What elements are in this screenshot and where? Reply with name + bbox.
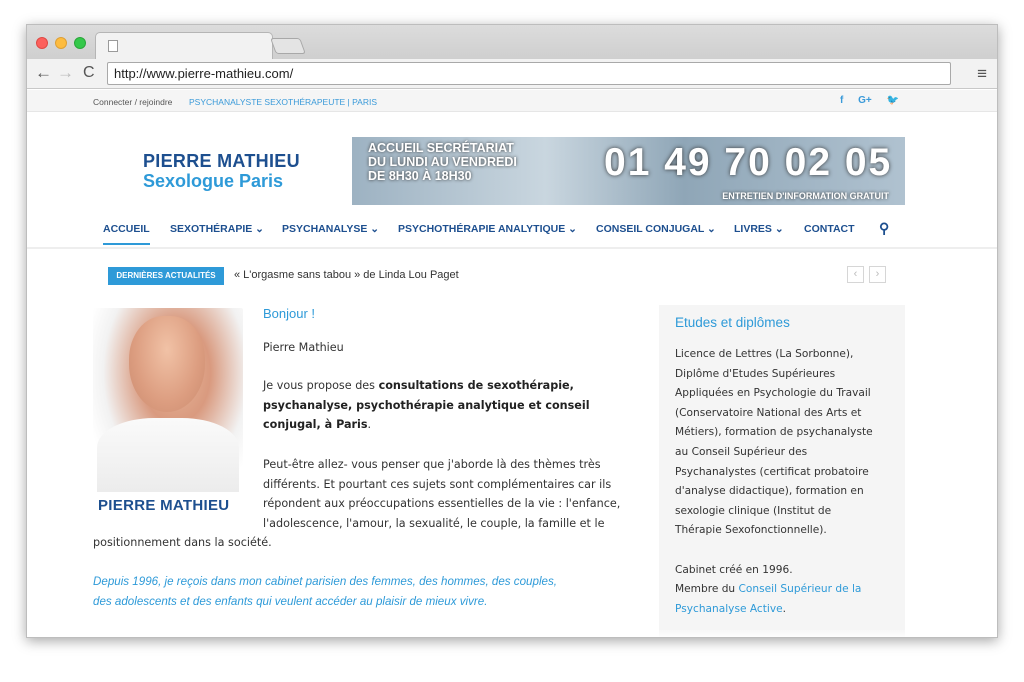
author-name: Pierre Mathieu (263, 341, 344, 354)
page-icon (108, 40, 118, 52)
membership-link[interactable]: Conseil Supérieur de la (739, 583, 862, 595)
forward-arrow-icon[interactable]: → (57, 64, 74, 82)
nav-psychanalyse[interactable]: PSYCHANALYSE ⌄ (282, 223, 379, 235)
intro-paragraph: Je vous propose des consultations de sex… (263, 379, 590, 431)
contact-banner[interactable]: ACCUEIL SECRÉTARIAT DU LUNDI AU VENDREDI… (352, 137, 905, 205)
facebook-icon[interactable]: f (840, 95, 843, 106)
banner-line-3: DE 8H30 À 18H30 (368, 169, 472, 183)
nav-accueil[interactable]: ACCUEIL (103, 223, 150, 245)
banner-phone: 01 49 70 02 05 (604, 141, 893, 184)
news-ticker-label: DERNIÈRES ACTUALITÉS (108, 267, 224, 285)
nav-sexotherapie[interactable]: SEXOTHÉRAPIE ⌄ (170, 223, 264, 235)
nav-livres[interactable]: LIVRES ⌄ (734, 223, 784, 235)
site-logo-subtitle[interactable]: Sexologue Paris (143, 171, 283, 192)
sidebar-body: Licence de Lettres (La Sorbonne), Diplôm… (675, 345, 897, 619)
tab-strip (27, 25, 997, 59)
browser-window: ← → C http://www.pierre-mathieu.com/ ≡ C… (26, 24, 998, 638)
portrait-caption: PIERRE MATHIEU (98, 497, 230, 514)
italic-quote: Depuis 1996, je reçois dans mon cabinet … (93, 575, 557, 608)
twitter-icon[interactable]: 🐦 (887, 95, 899, 106)
nav-psychotherapie-analytique[interactable]: PSYCHOTHÉRAPIE ANALYTIQUE ⌄ (398, 223, 577, 235)
banner-subtitle: ENTRETIEN D'INFORMATION GRATUIT (722, 191, 889, 201)
site-tagline[interactable]: PSYCHANALYSTE SEXOTHÉRAPEUTE | PARIS (189, 97, 377, 107)
login-link[interactable]: Connecter / rejoindre (93, 97, 172, 107)
back-arrow-icon[interactable]: ← (35, 64, 52, 82)
site-topbar: Connecter / rejoindre PSYCHANALYSTE SEXO… (27, 90, 997, 112)
address-bar[interactable]: http://www.pierre-mathieu.com/ (107, 62, 951, 85)
sidebar-diplomas: Etudes et diplômes Licence de Lettres (L… (659, 305, 905, 637)
paragraph-themes-end: positionnement dans la société. (93, 536, 272, 549)
google-plus-icon[interactable]: G+ (858, 95, 872, 106)
social-links: f G+ 🐦 (828, 95, 899, 106)
banner-line-2: DU LUNDI AU VENDREDI (368, 155, 517, 169)
portrait-photo (93, 308, 243, 492)
minimize-window-button[interactable] (55, 37, 67, 49)
membership-line: Membre du Conseil Supérieur de la (675, 583, 862, 596)
browser-toolbar: ← → C http://www.pierre-mathieu.com/ ≡ (27, 59, 997, 89)
close-window-button[interactable] (36, 37, 48, 49)
new-tab-button[interactable] (270, 38, 306, 54)
nav-contact[interactable]: CONTACT (804, 223, 855, 235)
main-nav: ACCUEIL SEXOTHÉRAPIE ⌄ PSYCHANALYSE ⌄ PS… (27, 217, 997, 249)
nav-conseil-conjugal[interactable]: CONSEIL CONJUGAL ⌄ (596, 223, 716, 235)
ticker-next-button[interactable]: › (869, 266, 886, 283)
menu-icon[interactable]: ≡ (977, 64, 987, 84)
reload-icon[interactable]: C (83, 64, 95, 82)
sidebar-title: Etudes et diplômes (675, 315, 790, 330)
browser-tab[interactable] (95, 32, 273, 59)
paragraph-themes: Peut-être allez- vous penser que j'abord… (263, 458, 621, 530)
search-icon[interactable]: ⚲ (879, 220, 889, 237)
banner-line-1: ACCUEIL SECRÉTARIAT (368, 141, 514, 155)
greeting-heading: Bonjour ! (263, 306, 316, 321)
maximize-window-button[interactable] (74, 37, 86, 49)
site-logo-name[interactable]: PIERRE MATHIEU (143, 151, 300, 172)
ticker-prev-button[interactable]: ‹ (847, 266, 864, 283)
membership-link-cont[interactable]: Psychanalyse Active (675, 603, 783, 615)
news-ticker-headline[interactable]: « L'orgasme sans tabou » de Linda Lou Pa… (234, 269, 459, 281)
cabinet-created: Cabinet créé en 1996. (675, 563, 793, 576)
banner-hours: ACCUEIL SECRÉTARIAT DU LUNDI AU VENDREDI… (368, 141, 517, 183)
